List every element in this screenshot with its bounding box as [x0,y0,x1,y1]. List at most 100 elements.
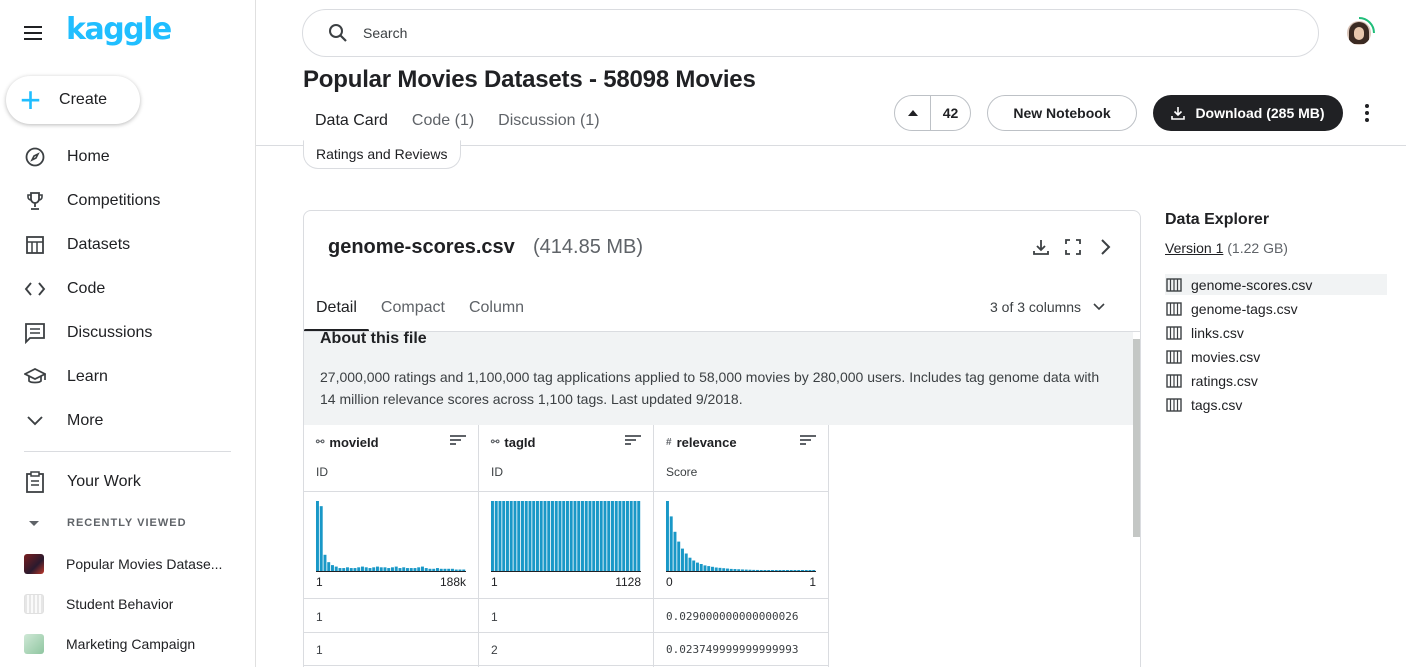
tab-detail[interactable]: Detail [304,295,369,333]
histogram-bar[interactable] [506,501,509,571]
histogram-bar[interactable] [513,501,517,571]
histogram-bar[interactable] [376,566,379,571]
histogram-bar[interactable] [666,501,669,571]
fullscreen-icon[interactable] [1062,236,1084,258]
histogram-bar[interactable] [406,568,409,571]
histogram-bar[interactable] [338,568,342,571]
histogram-bar[interactable] [626,501,629,571]
histogram-bar[interactable] [524,501,528,571]
histogram-bar[interactable] [451,568,454,571]
histogram-bar[interactable] [517,501,521,571]
histogram-bar[interactable] [536,501,539,571]
menu-icon[interactable] [24,22,46,44]
create-button[interactable]: + Create [6,76,140,124]
sidebar-item-more[interactable]: More [0,401,255,441]
histogram-bar[interactable] [443,568,447,571]
tab-discussion[interactable]: Discussion (1) [486,104,611,146]
histogram-bar[interactable] [804,570,808,571]
tab-column[interactable]: Column [457,295,536,333]
histogram-bar[interactable] [409,568,413,571]
histogram-bar[interactable] [714,567,718,572]
histogram-bar[interactable] [454,569,458,571]
histogram-bar[interactable] [327,562,331,571]
histogram-bar[interactable] [673,531,677,571]
histogram-bar[interactable] [383,567,387,571]
histogram-bar[interactable] [543,501,547,571]
upvote-button[interactable] [895,95,931,131]
recent-item[interactable]: Popular Movies Datase... [0,548,255,580]
histogram-bar[interactable] [498,501,502,571]
histogram-bar[interactable] [711,566,714,571]
histogram-bar[interactable] [733,569,737,571]
sidebar-item-your-work[interactable]: Your Work [0,462,255,502]
histogram-bar[interactable] [737,569,741,571]
histogram-bar[interactable] [722,568,726,571]
histogram-bar[interactable] [398,568,402,571]
recent-item[interactable]: Marketing Campaign [0,628,255,660]
search-input[interactable] [363,25,1263,41]
histogram-bar[interactable] [692,560,696,572]
sidebar-item-datasets[interactable]: Datasets [0,225,255,265]
histogram-bar[interactable] [599,501,603,571]
histogram-bar[interactable] [622,501,626,571]
histogram-bar[interactable] [611,501,614,571]
sidebar-item-home[interactable]: Home [0,137,255,177]
sort-icon[interactable] [625,435,641,449]
histogram-bar[interactable] [618,501,622,571]
histogram-bar[interactable] [774,570,778,571]
histogram-bar[interactable] [528,501,532,571]
tag-chip[interactable]: Ratings and Reviews [303,140,461,169]
histogram-bar[interactable] [558,501,562,571]
histogram-bar[interactable] [368,568,372,571]
histogram-bar[interactable] [334,566,338,571]
scrollbar[interactable] [1133,339,1140,537]
histogram-bar[interactable] [342,568,346,571]
histogram-bar[interactable] [439,568,443,571]
histogram-bar[interactable] [331,565,334,571]
histogram-bar[interactable] [394,566,398,571]
histogram-bar[interactable] [428,568,432,571]
histogram-bar[interactable] [494,501,498,571]
histogram-bar[interactable] [447,568,451,571]
histogram-bar[interactable] [789,570,793,571]
histogram-bar[interactable] [793,570,797,571]
histogram-bar[interactable] [562,501,566,571]
histogram-bar[interactable] [808,570,812,571]
sidebar-item-learn[interactable]: Learn [0,357,255,397]
histogram-bar[interactable] [413,568,417,571]
recent-item[interactable]: Student Behavior [0,588,255,620]
histogram-bar[interactable] [357,567,361,571]
sort-icon[interactable] [450,435,466,449]
histogram-bar[interactable] [607,501,611,571]
histogram-bar[interactable] [752,569,756,571]
histogram-bar[interactable] [688,557,692,571]
recently-viewed-header[interactable]: RECENTLY VIEWED [24,517,187,529]
avatar[interactable] [1342,16,1376,50]
histogram-bar[interactable] [349,568,353,571]
histogram-bar[interactable] [521,501,524,571]
histogram-bar[interactable] [424,568,428,571]
histogram-bar[interactable] [596,501,599,571]
sidebar-item-code[interactable]: Code [0,269,255,309]
histogram-bar[interactable] [391,567,394,571]
histogram-bar[interactable] [323,554,327,571]
histogram-bar[interactable] [707,566,711,571]
histogram-bar[interactable] [592,501,596,571]
histogram-bar[interactable] [669,516,673,571]
histogram-bar[interactable] [361,566,364,571]
histogram-bar[interactable] [379,567,383,571]
histogram-bar[interactable] [491,501,494,571]
histogram-bar[interactable] [741,569,744,571]
kaggle-logo[interactable]: kaggle [66,12,172,47]
histogram-bar[interactable] [417,567,421,571]
histogram-bar[interactable] [726,568,729,571]
histogram-bar[interactable] [554,501,558,571]
histogram-bar[interactable] [729,568,733,571]
sidebar-item-discussions[interactable]: Discussions [0,313,255,353]
histogram-bar[interactable] [756,569,759,571]
histogram-bar[interactable] [387,568,391,571]
explorer-file-item[interactable]: movies.csv [1165,346,1387,367]
histogram-bar[interactable] [801,570,804,571]
histogram-bar[interactable] [569,501,573,571]
histogram-bar[interactable] [372,567,376,571]
